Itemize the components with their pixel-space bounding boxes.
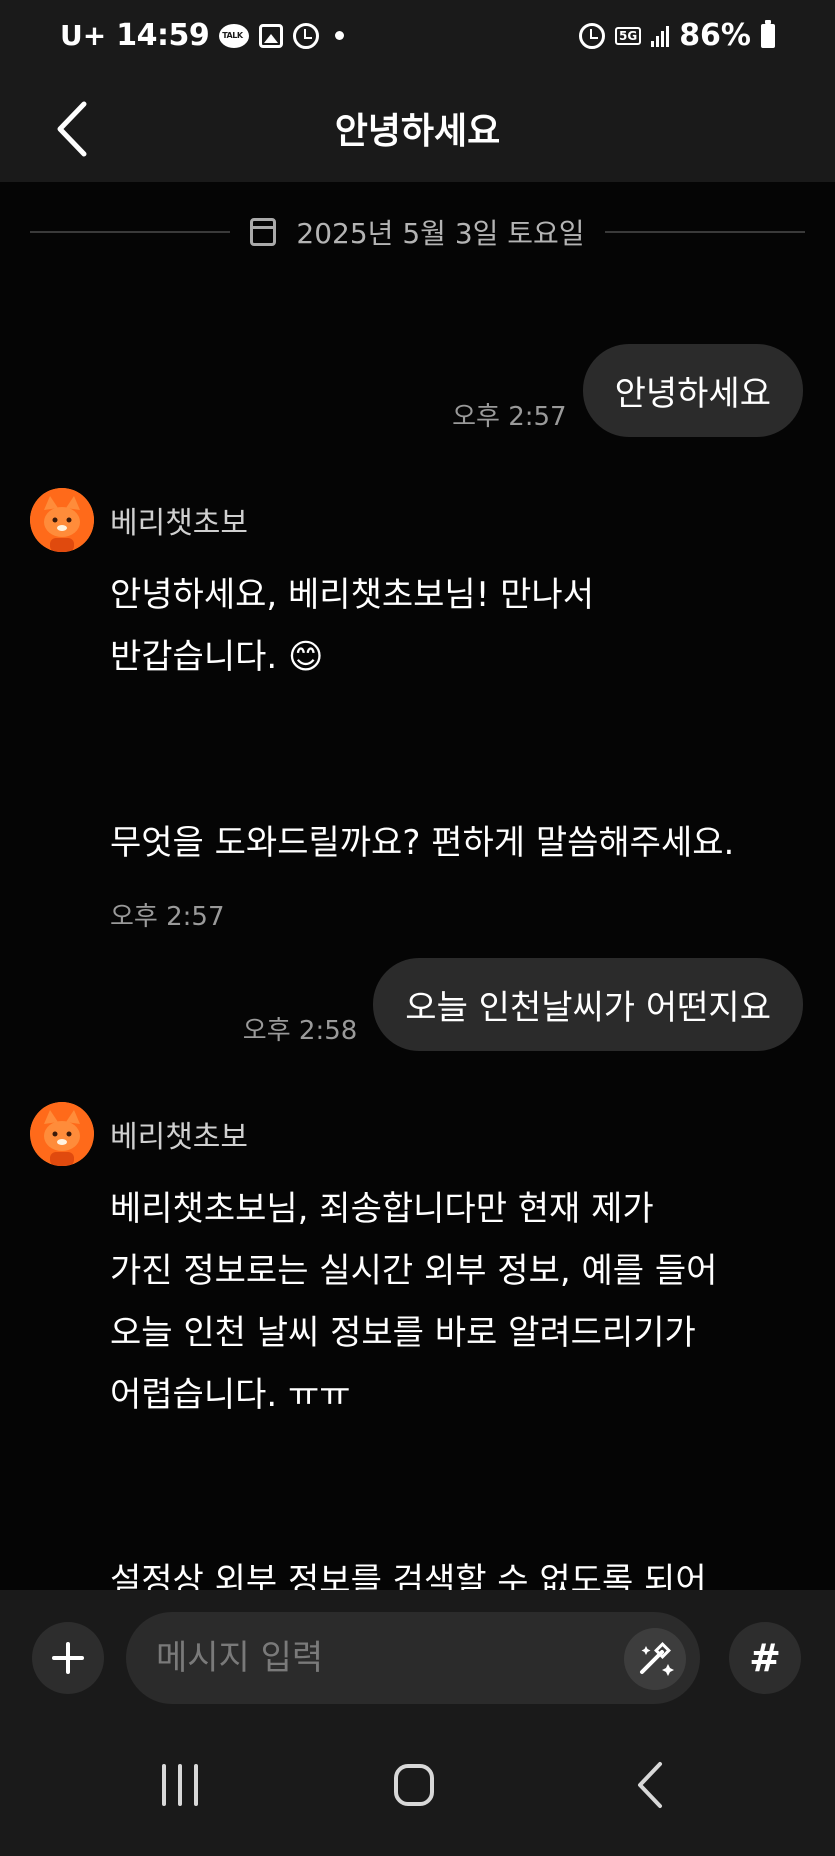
cat-avatar-icon [30, 488, 94, 552]
battery-percent: 86% [679, 18, 751, 53]
notification-dot-icon [335, 31, 345, 40]
bot-name: 베리챗초보 [110, 506, 248, 541]
alarm-icon [293, 22, 320, 49]
system-nav-bar [0, 1712, 835, 1856]
bot-name: 베리챗초보 [110, 1120, 248, 1155]
hashtag-button[interactable]: # [729, 1622, 801, 1694]
bot-header: 베리챗초보 [30, 488, 805, 552]
divider-line [30, 231, 231, 233]
nav-back-button[interactable] [612, 1756, 692, 1816]
chat-title: 안녕하세요 [334, 111, 501, 152]
bot-message: 베리챗초보 베리챗초보님, 죄송합니다만 현재 제가 가진 정보로는 실시간 외… [30, 1102, 805, 1590]
alarm-icon [578, 22, 605, 49]
message-time: 오후 2:57 [452, 402, 567, 432]
recent-apps-icon [162, 1764, 198, 1806]
message-time: 오후 2:58 [242, 1016, 358, 1046]
cat-avatar-icon [30, 1102, 94, 1166]
status-right: 5G 86% [578, 18, 775, 53]
user-message: 오후 2:57 안녕하세요 [452, 344, 803, 437]
ai-assist-button[interactable] [624, 1628, 686, 1690]
message-time: 오후 2:57 [110, 902, 225, 932]
signal-icon [651, 25, 670, 47]
date-divider: 2025년 5월 3일 토요일 [30, 212, 805, 252]
home-icon [394, 1764, 434, 1806]
home-button[interactable] [374, 1756, 454, 1816]
message-bubble[interactable]: 안녕하세요 [582, 344, 803, 437]
gallery-icon [259, 23, 284, 48]
back-icon [638, 1762, 662, 1808]
date-label: 2025년 5월 3일 토요일 [296, 217, 585, 250]
bot-header: 베리챗초보 [30, 1102, 805, 1166]
user-message: 오후 2:58 오늘 인천날씨가 어떤지요 [243, 958, 803, 1051]
network-badge: 5G [614, 26, 642, 45]
calendar-icon [250, 218, 277, 246]
chat-area[interactable]: 2025년 5월 3일 토요일 오후 2:57 안녕하세요 베리챗초보 안녕하세… [0, 182, 835, 1590]
kakaotalk-icon: TALK [219, 23, 250, 48]
message-input[interactable] [156, 1632, 616, 1684]
message-input-bar: # [0, 1590, 835, 1712]
message-text[interactable]: 베리챗초보님, 죄송합니다만 현재 제가 가진 정보로는 실시간 외부 정보, … [110, 1178, 805, 1590]
message-input-container[interactable] [126, 1612, 700, 1704]
status-bar: U+ 14:59 TALK 5G 86% [0, 0, 835, 76]
attach-button[interactable] [32, 1622, 104, 1694]
talk-icon-text: TALK [222, 30, 243, 40]
avatar[interactable] [30, 1102, 94, 1166]
battery-icon [761, 19, 775, 48]
message-text[interactable]: 안녕하세요, 베리챗초보님! 만나서 반갑습니다. 😊 무엇을 도와드릴까요? … [110, 564, 805, 874]
clock: 14:59 [116, 18, 210, 53]
divider-line [604, 231, 805, 233]
magic-wand-icon [640, 1642, 674, 1676]
recent-apps-button[interactable] [140, 1756, 220, 1816]
chat-header: 안녕하세요 [0, 76, 835, 182]
status-left: U+ 14:59 TALK [60, 18, 345, 53]
avatar[interactable] [30, 488, 94, 552]
bot-message: 베리챗초보 안녕하세요, 베리챗초보님! 만나서 반갑습니다. 😊 무엇을 도와… [30, 488, 805, 933]
message-bubble[interactable]: 오늘 인천날씨가 어떤지요 [373, 958, 803, 1051]
carrier-label: U+ [60, 19, 107, 52]
